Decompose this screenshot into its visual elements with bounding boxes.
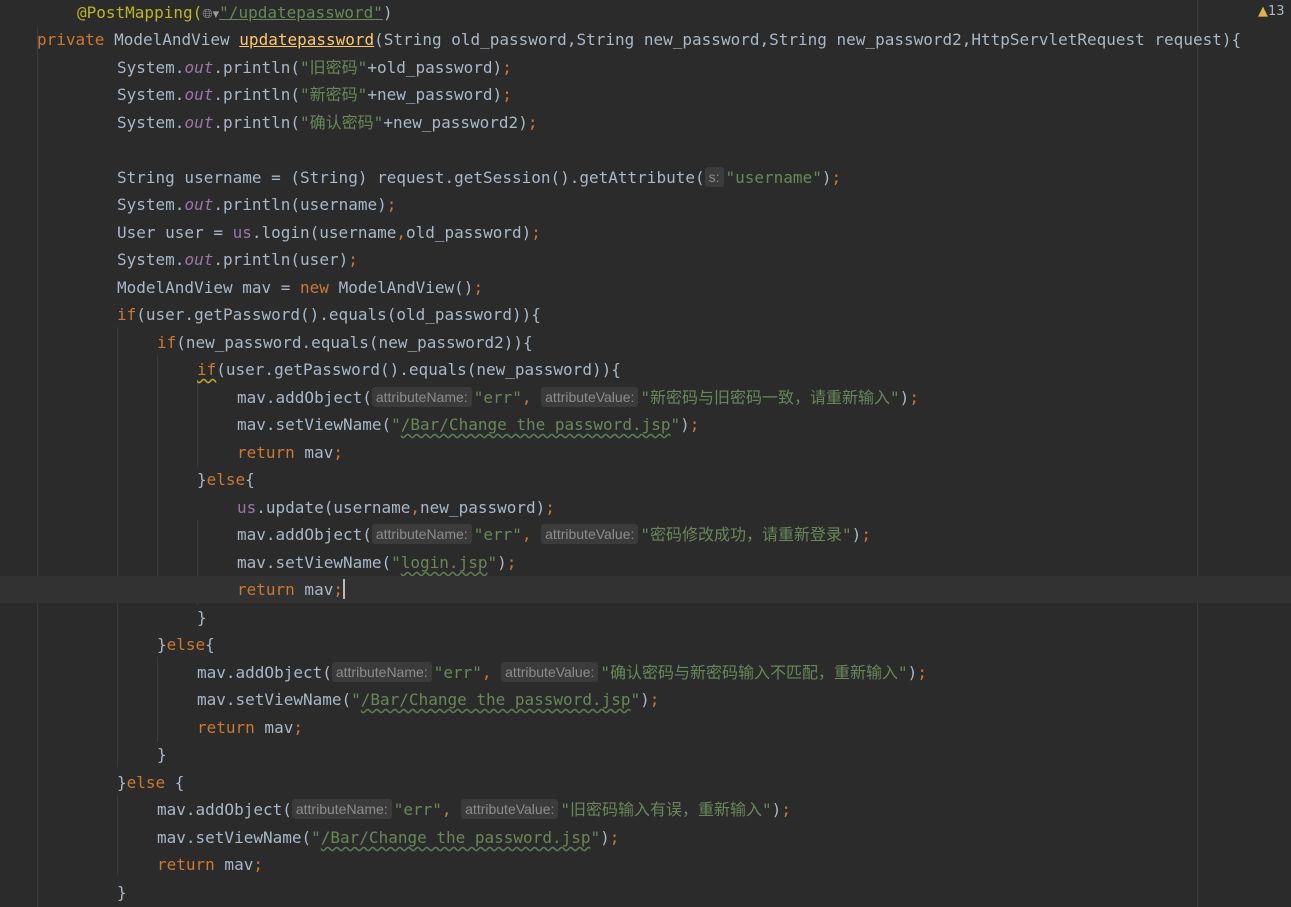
code-line-9[interactable]: User user = us.login(username,old_passwo… — [0, 219, 1291, 246]
code-line-2[interactable]: private ModelAndView updatepassword(Stri… — [0, 26, 1291, 53]
inlay-hint: attributeName: — [331, 662, 432, 682]
code-editor[interactable]: ▲13 @PostMapping(🌐︎▾"/updatepassword") p… — [0, 0, 1291, 907]
globe-icon[interactable]: 🌐︎▾ — [202, 1, 219, 28]
code-line-7[interactable]: String username = (String) request.getSe… — [0, 164, 1291, 191]
code-line-30[interactable]: mav.addObject(attributeName: "err", attri… — [0, 796, 1291, 823]
code-line-20[interactable]: mav.addObject(attributeName: "err", attri… — [0, 521, 1291, 548]
inlay-hint: attributeValue: — [541, 387, 639, 407]
code-line-13[interactable]: if(new_password.equals(new_password2)){ — [0, 329, 1291, 356]
text-caret — [342, 579, 345, 599]
inlay-hint: s: — [704, 167, 724, 187]
code-line-17[interactable]: return mav; — [0, 439, 1291, 466]
code-line-10[interactable]: System.out.println(user); — [0, 246, 1291, 273]
code-line-18[interactable]: }else{ — [0, 466, 1291, 493]
code-line-32[interactable]: return mav; — [0, 851, 1291, 878]
code-line-14[interactable]: if(user.getPassword().equals(new_passwor… — [0, 356, 1291, 383]
code-line-25[interactable]: mav.addObject(attributeName: "err", attri… — [0, 659, 1291, 686]
code-line-29[interactable]: }else { — [0, 769, 1291, 796]
inlay-hint: attributeName: — [371, 387, 472, 407]
inlay-hint: attributeName: — [291, 799, 392, 819]
code-line-31[interactable]: mav.setViewName("/Bar/Change the passwor… — [0, 824, 1291, 851]
code-line-26[interactable]: mav.setViewName("/Bar/Change the passwor… — [0, 686, 1291, 713]
inlay-hint: attributeValue: — [461, 799, 559, 819]
code-line-33[interactable]: } — [0, 879, 1291, 906]
code-line-11[interactable]: ModelAndView mav = new ModelAndView(); — [0, 274, 1291, 301]
code-line-21[interactable]: mav.setViewName("login.jsp"); — [0, 549, 1291, 576]
code-line-24[interactable]: }else{ — [0, 631, 1291, 658]
code-line-8[interactable]: System.out.println(username); — [0, 191, 1291, 218]
code-line-1[interactable]: @PostMapping(🌐︎▾"/updatepassword") — [0, 0, 1291, 26]
code-line-3[interactable]: System.out.println("旧密码"+old_password); — [0, 54, 1291, 81]
code-line-27[interactable]: return mav; — [0, 714, 1291, 741]
code-line-28[interactable]: } — [0, 741, 1291, 768]
code-line-5[interactable]: System.out.println("确认密码"+new_password2)… — [0, 109, 1291, 136]
inlay-hint: attributeValue: — [541, 524, 639, 544]
code-line-22-current[interactable]: return mav; — [0, 576, 1291, 603]
code-line-16[interactable]: mav.setViewName("/Bar/Change the passwor… — [0, 411, 1291, 438]
inlay-hint: attributeName: — [371, 524, 472, 544]
code-line-12[interactable]: if(user.getPassword().equals(old_passwor… — [0, 301, 1291, 328]
code-line-23[interactable]: } — [0, 604, 1291, 631]
inlay-hint: attributeValue: — [501, 662, 599, 682]
code-line-4[interactable]: System.out.println("新密码"+new_password); — [0, 81, 1291, 108]
code-line-19[interactable]: us.update(username,new_password); — [0, 494, 1291, 521]
code-line-15[interactable]: mav.addObject(attributeName: "err", attri… — [0, 384, 1291, 411]
